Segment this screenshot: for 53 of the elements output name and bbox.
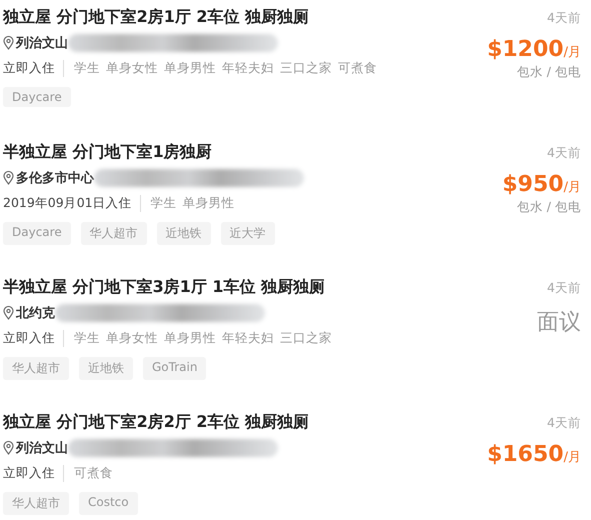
tenant-type: 可煮食 (338, 60, 377, 76)
price-unit: /月 (564, 449, 581, 466)
feature-tag: Daycare (3, 222, 71, 245)
tenant-type: 年轻夫妇 (222, 330, 274, 346)
posted-time: 4天前 (547, 10, 581, 27)
utilities-included: 包水 / 包电 (516, 64, 581, 81)
feature-tag: 华人超市 (3, 357, 69, 380)
feature-tag: 华人超市 (80, 222, 147, 245)
tenant-type: 单身男性 (182, 194, 235, 212)
tenant-type: 三口之家 (280, 330, 332, 346)
posted-time: 4天前 (547, 280, 581, 297)
price-unit: /月 (564, 44, 581, 61)
location: 多伦多市中心 (16, 170, 94, 187)
listing-title[interactable]: 半独立屋 分门地下室1房独厨 (3, 141, 461, 163)
tenant-type: 单身女性 (106, 60, 158, 76)
price: $1200 (487, 37, 564, 62)
tenant-type: 学生 (150, 194, 177, 212)
feature-tag: 华人超市 (3, 492, 69, 515)
posted-time: 4天前 (547, 145, 581, 162)
move-in-date: 立即入住 (3, 464, 64, 482)
tenant-type: 可煮食 (74, 464, 113, 482)
tenant-type: 三口之家 (280, 60, 332, 76)
location-pin-icon (3, 171, 14, 185)
move-in-date: 立即入住 (3, 330, 64, 346)
move-in-date: 2019年09月01日入住 (3, 194, 141, 212)
move-in-date: 立即入住 (3, 60, 64, 76)
price-unit: /月 (564, 179, 581, 196)
feature-tag: 近大学 (220, 222, 275, 245)
tenant-type: 年轻夫妇 (222, 60, 274, 76)
tenant-type: 学生 (74, 330, 100, 346)
price-negotiable: 面议 (537, 309, 581, 337)
feature-tag: GoTrain (143, 357, 206, 380)
feature-tag: Costco (79, 492, 138, 515)
location: 列治文山 (16, 34, 68, 52)
feature-tag: Daycare (3, 87, 71, 107)
posted-time: 4天前 (547, 415, 581, 432)
tenant-type: 学生 (74, 60, 100, 76)
location-pin-icon (3, 441, 14, 455)
utilities-included: 包水 / 包电 (516, 199, 581, 216)
location: 列治文山 (16, 440, 68, 457)
feature-tag: 近地铁 (79, 357, 133, 380)
location-pin-icon (3, 36, 14, 50)
listing-title[interactable]: 独立屋 分门地下室2房2厅 2车位 独厨独厕 (3, 411, 461, 433)
listing-title[interactable]: 独立屋 分门地下室2房1厅 2车位 独厨独厕 (3, 6, 461, 28)
price: $1650 (487, 442, 564, 467)
listing-title[interactable]: 半独立屋 分门地下室3房1厅 1车位 独厨独厕 (3, 276, 461, 298)
price: $950 (502, 172, 564, 197)
tenant-type: 单身男性 (164, 60, 216, 76)
feature-tag: 近地铁 (156, 222, 211, 245)
tenant-type: 单身男性 (164, 330, 216, 346)
location: 北约克 (16, 305, 55, 322)
tenant-type: 单身女性 (106, 330, 158, 346)
location-pin-icon (3, 306, 14, 320)
